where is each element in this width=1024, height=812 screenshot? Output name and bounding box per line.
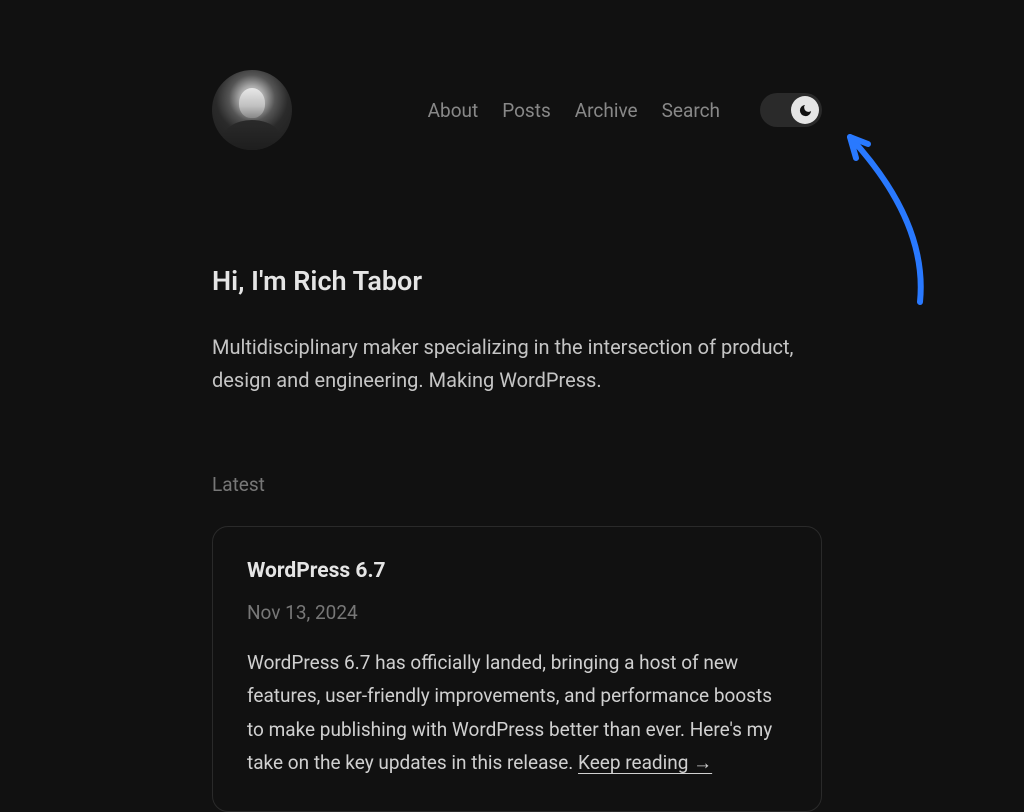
theme-toggle[interactable] <box>760 93 822 127</box>
post-excerpt: WordPress 6.7 has officially landed, bri… <box>247 646 787 779</box>
nav-link-search[interactable]: Search <box>662 99 720 122</box>
nav-link-posts[interactable]: Posts <box>502 99 551 122</box>
latest-label: Latest <box>212 473 822 496</box>
post-date: Nov 13, 2024 <box>247 601 787 624</box>
toggle-knob <box>791 96 819 124</box>
moon-icon <box>798 103 813 118</box>
bio-text: Multidisciplinary maker specializing in … <box>212 331 822 397</box>
post-title: WordPress 6.7 <box>247 559 787 583</box>
site-header: About Posts Archive Search <box>212 70 822 150</box>
nav-link-archive[interactable]: Archive <box>575 99 638 122</box>
nav-link-about[interactable]: About <box>428 99 479 122</box>
greeting-heading: Hi, I'm Rich Tabor <box>212 265 822 297</box>
avatar[interactable] <box>212 70 292 150</box>
annotation-arrow <box>820 122 950 312</box>
post-card[interactable]: WordPress 6.7 Nov 13, 2024 WordPress 6.7… <box>212 526 822 812</box>
main-nav: About Posts Archive Search <box>428 93 822 127</box>
keep-reading-link[interactable]: Keep reading → <box>578 751 712 774</box>
